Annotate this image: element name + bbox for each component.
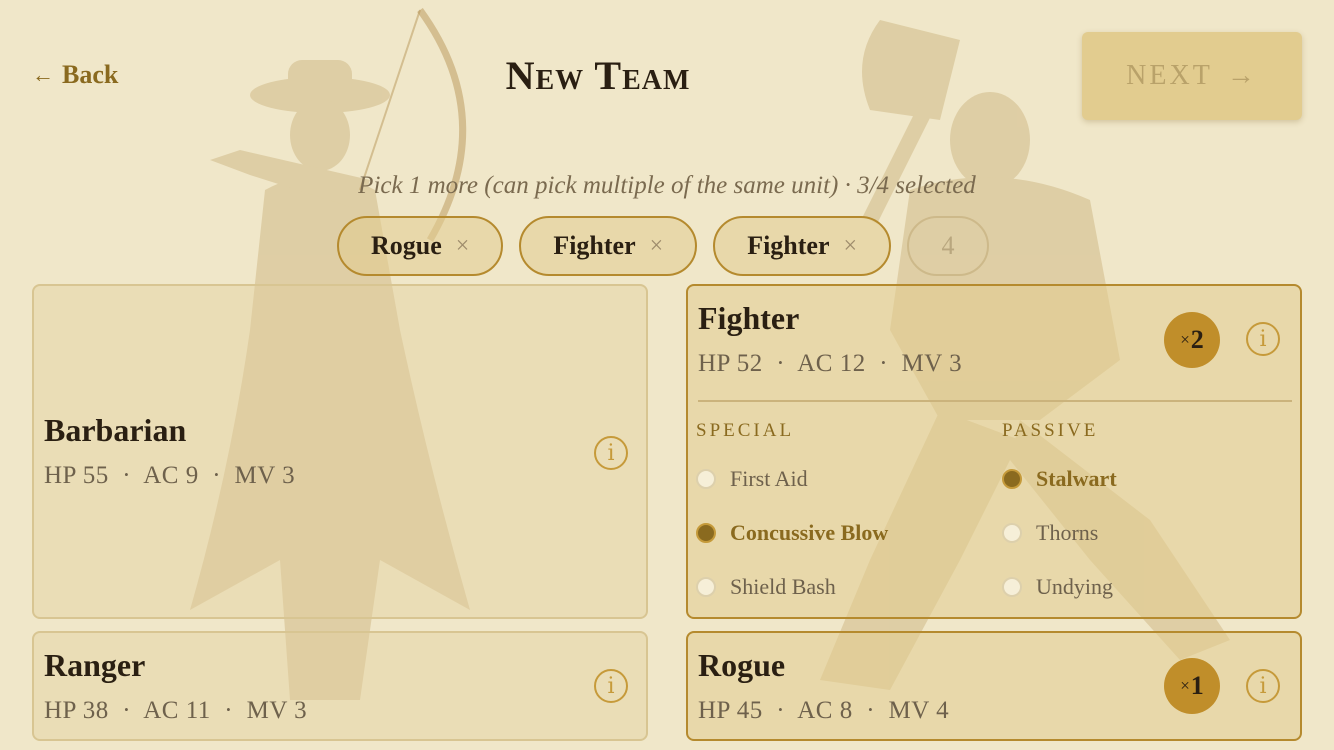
team-slot-label: Rogue [371,231,442,260]
selection-instructions: Pick 1 more (can pick multiple of the sa… [358,172,976,199]
unit-stats: HP 52 · AC 12 · MV 3 [698,350,963,377]
radio-button-selected[interactable] [696,523,716,543]
team-slot-fighter[interactable]: Fighter × [519,216,698,276]
team-slot-fighter[interactable]: Fighter × [713,216,892,276]
passive-heading: PASSIVE [1002,420,1099,441]
page-title: New Team [505,53,691,98]
special-option-concussive-blow[interactable]: Concussive Blow [696,520,888,546]
passive-option-stalwart[interactable]: Stalwart [1002,466,1117,492]
team-slots: Rogue × Fighter × Fighter × 4 [337,216,990,276]
next-label: NEXT [1126,60,1213,91]
remove-icon[interactable]: × [650,233,664,260]
team-slot-rogue[interactable]: Rogue × [337,216,504,276]
radio-button[interactable] [1002,577,1022,597]
special-option-shield-bash[interactable]: Shield Bash [696,574,836,600]
radio-button[interactable] [1002,523,1022,543]
info-icon[interactable]: i [1246,669,1280,703]
count-prefix: × [1180,676,1190,695]
info-icon[interactable]: i [594,436,628,470]
team-slot-number: 4 [941,231,955,260]
unit-stats: HP 55 · AC 9 · MV 3 [44,462,296,489]
option-label: Stalwart [1036,466,1117,491]
remove-icon[interactable]: × [456,233,470,260]
info-icon[interactable]: i [1246,322,1280,356]
divider [698,400,1292,402]
unit-card-ranger[interactable]: Ranger HP 38 · AC 11 · MV 3 i [32,631,648,741]
team-slot-empty: 4 [907,216,990,276]
option-label: Undying [1036,574,1113,599]
radio-button[interactable] [696,577,716,597]
unit-name: Barbarian [44,412,187,448]
unit-count-badge: × 1 [1164,658,1220,714]
unit-name: Rogue [698,647,786,683]
remove-icon[interactable]: × [844,233,858,260]
passive-option-undying[interactable]: Undying [1002,574,1113,600]
count-value: 1 [1190,671,1204,700]
option-label: First Aid [730,466,808,491]
unit-count-badge: × 2 [1164,312,1220,368]
count-value: 2 [1190,325,1204,354]
unit-card-rogue[interactable]: Rogue HP 45 · AC 8 · MV 4 × 1 i [686,631,1302,741]
count-prefix: × [1180,330,1190,349]
radio-button[interactable] [696,469,716,489]
team-slot-label: Fighter [553,231,636,260]
unit-card-fighter[interactable]: Fighter HP 52 · AC 12 · MV 3 × 2 i SPECIA… [686,284,1302,619]
unit-stats: HP 38 · AC 11 · MV 3 [44,697,308,724]
info-icon[interactable]: i [594,669,628,703]
option-label: Concussive Blow [730,520,889,545]
next-arrow-icon: → [1226,60,1258,91]
option-label: Thorns [1036,520,1099,545]
unit-name: Fighter [698,300,800,336]
special-option-first-aid[interactable]: First Aid [696,466,808,492]
team-slot-label: Fighter [747,231,830,260]
special-heading: SPECIAL [696,420,795,441]
unit-name: Ranger [44,647,146,683]
radio-button-selected[interactable] [1002,469,1022,489]
unit-card-barbarian[interactable]: Barbarian HP 55 · AC 9 · MV 3 i [32,284,648,619]
option-label: Shield Bash [730,574,836,599]
unit-stats: HP 45 · AC 8 · MV 4 [698,697,950,724]
next-button[interactable]: NEXT → [1082,32,1302,120]
passive-option-thorns[interactable]: Thorns [1002,520,1098,546]
